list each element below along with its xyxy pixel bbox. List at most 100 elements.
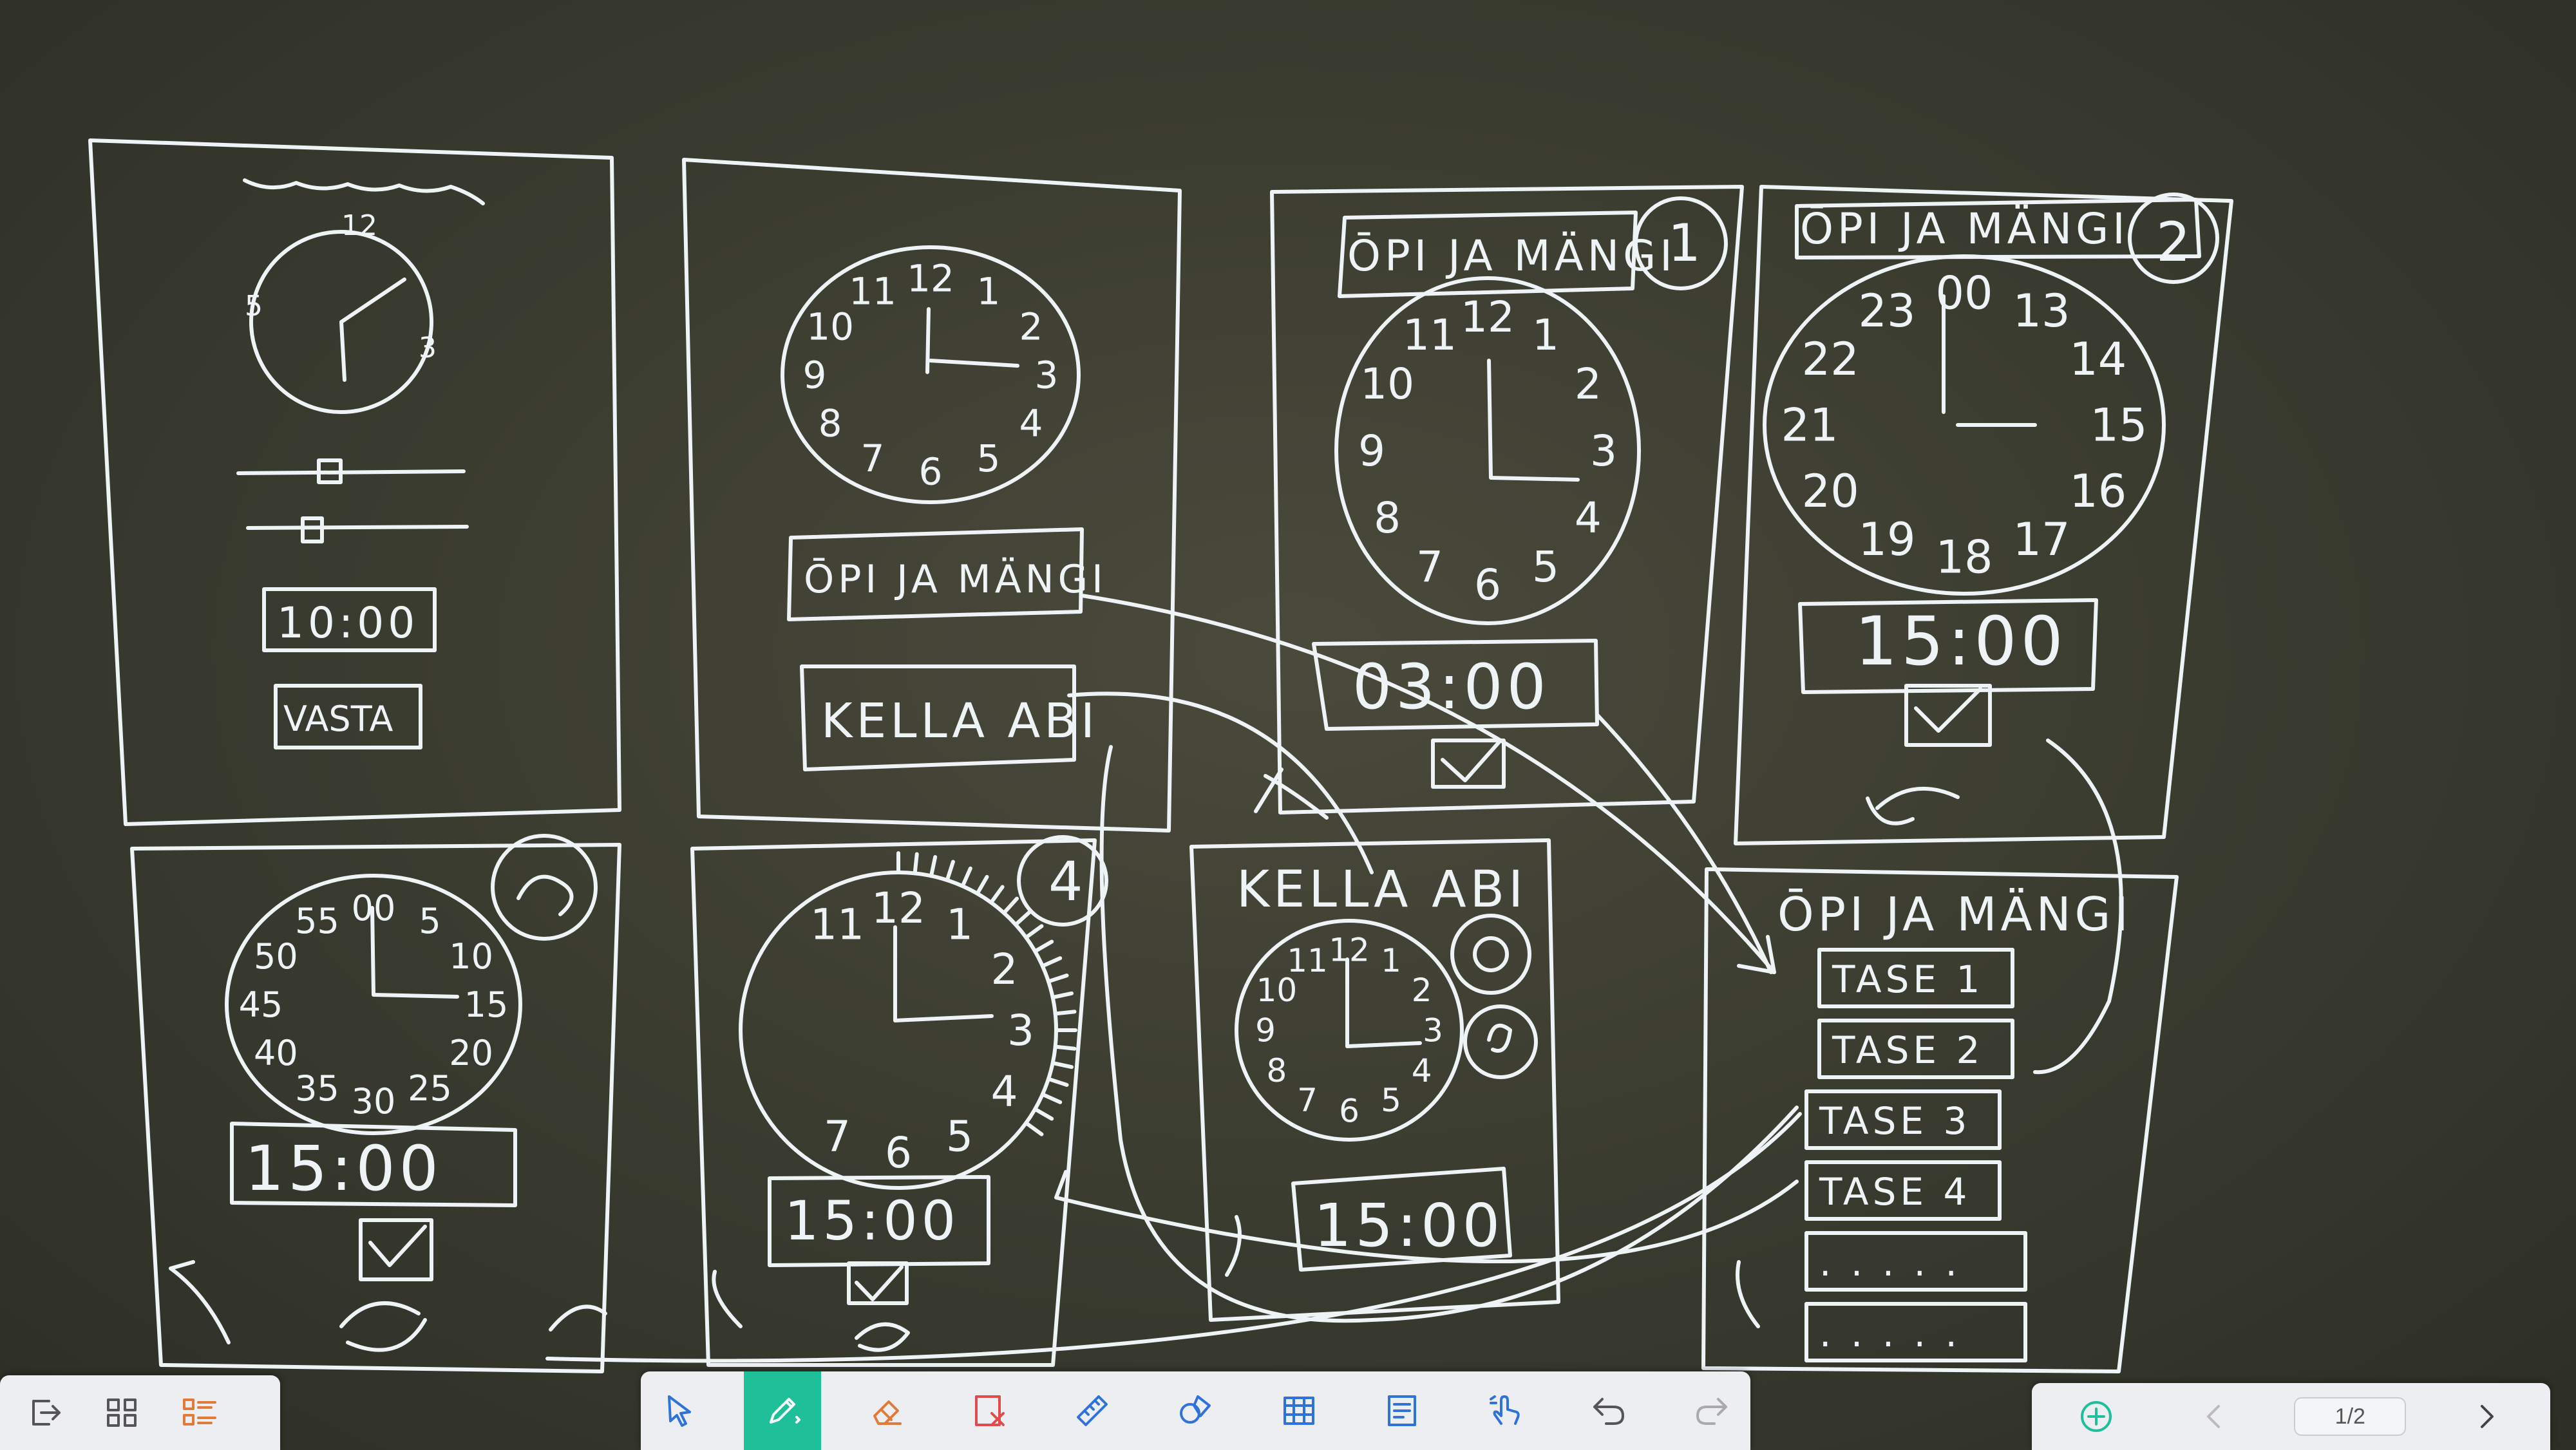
svg-text:12: 12 (341, 209, 377, 242)
frame6-time: 15:00 (784, 1189, 960, 1252)
clock-number: 14 (2069, 333, 2126, 386)
clock-number: 20 (449, 1033, 493, 1073)
clock-tick (1001, 896, 1019, 915)
clock-tick (1033, 1107, 1054, 1121)
clock-number: 11 (810, 900, 864, 950)
select-icon (668, 1395, 691, 1427)
touch-tool[interactable] (1466, 1379, 1544, 1443)
clock-number: 6 (1339, 1093, 1359, 1130)
clock-number: 3 (1035, 353, 1059, 397)
prev-page-button[interactable] (2176, 1384, 2253, 1449)
clock-number: 5 (1532, 542, 1559, 592)
shapes-icon (1180, 1395, 1211, 1424)
add-page-button[interactable] (2058, 1384, 2135, 1449)
clock-tick (1046, 1077, 1069, 1087)
level-label: TASE 2 (1832, 1028, 1984, 1072)
clock-tick (1024, 924, 1044, 939)
eraser-icon (873, 1400, 902, 1425)
clock-number: 50 (254, 936, 298, 977)
clock-number: 8 (1374, 493, 1401, 543)
clock-number: 22 (1802, 333, 1859, 386)
eraser-tool[interactable] (848, 1379, 925, 1443)
clock-number: 11 (1403, 310, 1457, 360)
clock-number: 2 (1019, 305, 1043, 348)
clock-tick (975, 874, 989, 896)
clear-tool[interactable] (951, 1379, 1028, 1443)
clock-number: 17 (2012, 513, 2070, 566)
frame2-clock-numbers: 12 12 3456789 1011 (803, 256, 1059, 493)
clock-tick (1040, 956, 1063, 968)
clock-number: 5 (419, 901, 440, 941)
clock-number: 2 (991, 945, 1018, 994)
list-view-button[interactable] (161, 1380, 238, 1445)
toolbar-pages: 1/2 (2032, 1383, 2550, 1450)
toolbar-left (0, 1375, 280, 1450)
clock-tick (913, 852, 919, 876)
chevron-left-icon (2206, 1405, 2220, 1428)
pen-icon (770, 1398, 801, 1424)
clock-number: 1 (946, 900, 973, 950)
frame3-badge: 1 (1668, 213, 1701, 273)
level-label: TASE 3 (1819, 1099, 1971, 1143)
clock-number: 10 (449, 936, 493, 977)
clock-number: 12 (871, 883, 925, 933)
clock-number: 3 (1423, 1012, 1443, 1050)
clock-tick (1046, 974, 1069, 984)
clock-number: 13 (2012, 285, 2070, 337)
frame2-kella-abi-button: KELLA ABI (821, 693, 1099, 749)
shapes-tool[interactable] (1157, 1379, 1234, 1443)
undo-button[interactable] (1570, 1379, 1647, 1443)
table-tool[interactable] (1260, 1379, 1338, 1443)
clock-number: 6 (1474, 560, 1501, 610)
level-label: . . . . . (1819, 1241, 1961, 1285)
notes-tool[interactable] (1363, 1379, 1441, 1443)
ruler-tool[interactable] (1054, 1379, 1131, 1443)
clock-number: 15 (2090, 399, 2147, 452)
clock-number: 1 (977, 269, 1001, 313)
clock-number: 9 (1358, 426, 1385, 476)
clock-number: 3 (1007, 1006, 1034, 1055)
frame1-vasta-button: VASTA (283, 699, 393, 739)
clock-number: 1 (1381, 942, 1401, 979)
notes-icon (1388, 1395, 1417, 1426)
clock-number: 9 (803, 353, 827, 397)
clock-number: 3 (1590, 426, 1617, 476)
pen-tool[interactable] (744, 1371, 822, 1450)
frame6-clock-numbers: 12 12 3 4567 11 (810, 883, 1034, 1178)
grid-view-button[interactable] (84, 1380, 161, 1445)
frame2-title: ŌPI JA MÄNGI (804, 556, 1107, 602)
clock-number: 5 (946, 1112, 973, 1162)
select-tool[interactable] (641, 1379, 718, 1443)
frame6-badge: 4 (1048, 850, 1083, 913)
redo-button[interactable] (1673, 1379, 1750, 1443)
clock-number: 20 (1802, 465, 1859, 518)
clock-number: 45 (239, 984, 283, 1025)
undo-icon (1593, 1398, 1624, 1425)
clock-tick (1050, 991, 1074, 1000)
next-page-button[interactable] (2447, 1384, 2524, 1449)
clock-number: 11 (1287, 942, 1328, 979)
frame8-title: ŌPI JA MÄNGI (1777, 887, 2132, 941)
clock-number: 19 (1858, 513, 1915, 566)
whiteboard-canvas[interactable]: 5 3 12 10:00 VASTA 12 1234567891011 ŌPI J… (0, 0, 2576, 1450)
clock-tick (1053, 1010, 1077, 1016)
frame5-time: 15:00 (245, 1133, 442, 1205)
clock-number: 40 (254, 1033, 298, 1073)
svg-text:3: 3 (419, 332, 437, 364)
exit-button[interactable] (6, 1380, 84, 1445)
clock-number: 8 (1266, 1052, 1287, 1089)
ruler-icon (1077, 1395, 1108, 1426)
clock-number: 25 (408, 1068, 452, 1109)
clock-number: 7 (1416, 542, 1443, 592)
list-view-icon (183, 1398, 216, 1426)
clock-number: 12 (1461, 292, 1515, 342)
clock-number: 23 (1858, 285, 1915, 337)
clock-number: 9 (1255, 1012, 1276, 1050)
clock-tick (1050, 1060, 1074, 1069)
table-icon (1283, 1397, 1314, 1425)
redo-icon (1696, 1398, 1727, 1425)
clock-number: 6 (885, 1128, 912, 1178)
clock-number: 7 (824, 1112, 851, 1162)
clock-number: 12 (907, 256, 954, 300)
sketch-frame-4: ŌPI JA MÄNGI 2 00 1314151617181920212223 … (1734, 185, 2233, 845)
